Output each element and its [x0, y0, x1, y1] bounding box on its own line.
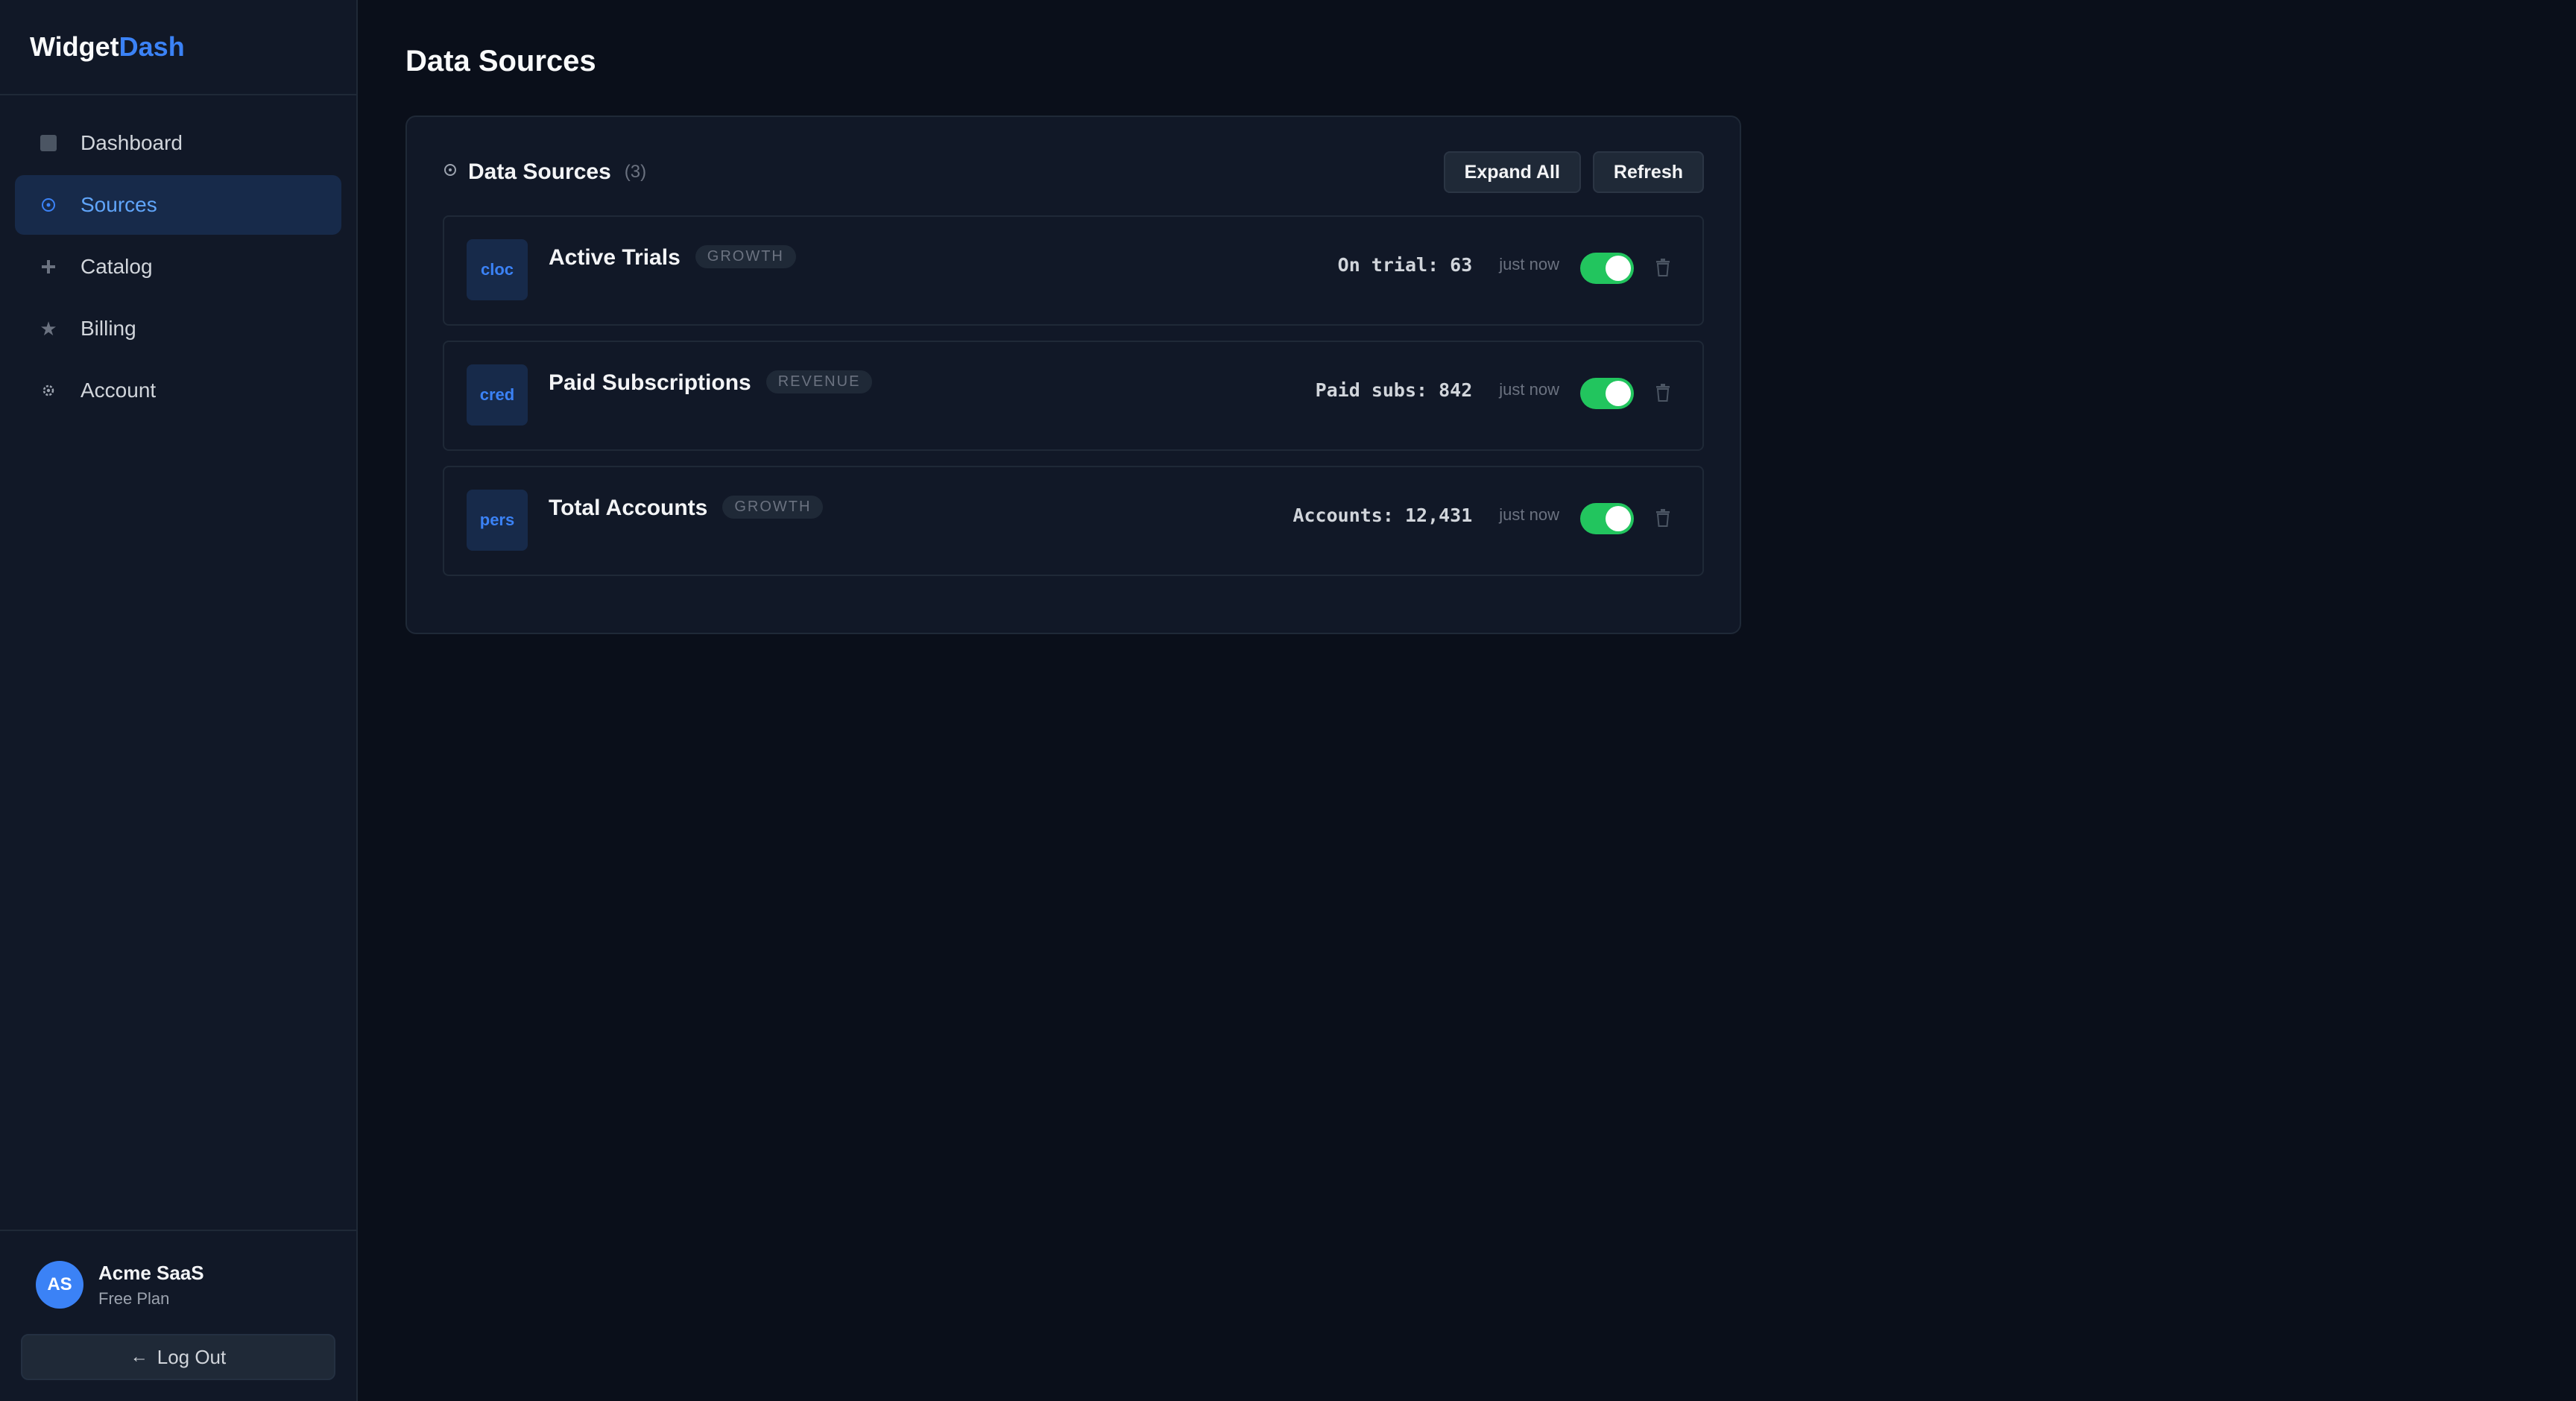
source-badge: cloc	[467, 239, 528, 300]
source-tag: REVENUE	[765, 370, 873, 393]
brand-part-1: Widget	[30, 31, 119, 62]
source-row[interactable]: pers Total Accounts GROWTH Accounts: 12,…	[443, 466, 1704, 576]
sidebar: WidgetDash Dashboard Sources Catalog ★	[0, 0, 358, 1401]
source-toggle[interactable]	[1580, 253, 1634, 284]
star-icon: ★	[40, 317, 57, 340]
source-updated: just now	[1499, 255, 1559, 273]
square-icon	[37, 135, 60, 151]
source-toggle[interactable]	[1580, 378, 1634, 409]
source-count: (3)	[624, 162, 647, 182]
sidebar-item-label: Catalog	[80, 255, 153, 278]
source-metric: Accounts: 12,431	[1292, 504, 1473, 526]
user-info: Acme SaaS Free Plan	[98, 1262, 204, 1309]
source-controls: Paid subs: 842 just now	[1316, 370, 1673, 409]
source-name: Active Trials	[549, 245, 681, 270]
panel-header: Data Sources (3) Expand All Refresh	[443, 151, 1704, 193]
sidebar-item-sources[interactable]: Sources	[15, 175, 341, 235]
trash-icon[interactable]	[1653, 256, 1673, 279]
trash-icon[interactable]	[1653, 506, 1673, 530]
target-icon	[37, 197, 60, 213]
brand-part-2: Dash	[119, 31, 185, 62]
source-row[interactable]: cred Paid Subscriptions REVENUE Paid sub…	[443, 341, 1704, 451]
sidebar-item-account[interactable]: Account	[15, 361, 341, 420]
source-badge: pers	[467, 490, 528, 551]
gear-icon	[37, 382, 60, 399]
target-icon	[443, 162, 458, 182]
source-name: Paid Subscriptions	[549, 370, 751, 395]
sidebar-footer: AS Acme SaaS Free Plan ← Log Out	[0, 1230, 356, 1401]
plus-icon	[37, 259, 60, 275]
source-row[interactable]: cloc Active Trials GROWTH On trial: 63 j…	[443, 215, 1704, 326]
data-sources-panel: Data Sources (3) Expand All Refresh cloc…	[405, 116, 1741, 634]
sidebar-item-label: Billing	[80, 317, 136, 340]
page-title: Data Sources	[405, 45, 596, 78]
source-tag: GROWTH	[695, 245, 796, 268]
logout-label: Log Out	[157, 1345, 227, 1368]
sidebar-item-label: Sources	[80, 193, 157, 216]
source-metric: On trial: 63	[1337, 253, 1473, 276]
source-controls: Accounts: 12,431 just now	[1292, 496, 1673, 534]
sidebar-item-dashboard[interactable]: Dashboard	[15, 113, 341, 173]
source-tag: GROWTH	[722, 496, 824, 519]
sidebar-item-label: Dashboard	[80, 131, 183, 154]
sidebar-item-catalog[interactable]: Catalog	[15, 237, 341, 297]
refresh-button[interactable]: Refresh	[1592, 151, 1704, 193]
source-info: cloc Active Trials GROWTH	[467, 239, 796, 300]
sidebar-nav: Dashboard Sources Catalog ★ Billing Acco…	[0, 95, 356, 1230]
arrow-left-icon: ←	[130, 1347, 148, 1367]
app-root: WidgetDash Dashboard Sources Catalog ★	[0, 0, 2576, 1401]
expand-all-button[interactable]: Expand All	[1443, 151, 1581, 193]
main-content: Data Sources Data Sources (3) Expand All…	[358, 0, 2576, 1401]
sidebar-item-label: Account	[80, 379, 157, 402]
user-card[interactable]: AS Acme SaaS Free Plan	[21, 1261, 335, 1309]
trash-icon[interactable]	[1653, 381, 1673, 405]
panel-actions: Expand All Refresh	[1443, 151, 1704, 193]
user-plan: Free Plan	[98, 1288, 170, 1308]
source-toggle[interactable]	[1580, 503, 1634, 534]
source-updated: just now	[1499, 380, 1559, 399]
avatar: AS	[36, 1261, 83, 1309]
user-name: Acme SaaS	[98, 1261, 204, 1284]
source-updated: just now	[1499, 505, 1559, 524]
panel-title: Data Sources	[468, 159, 611, 184]
source-info: pers Total Accounts GROWTH	[467, 490, 824, 551]
sidebar-item-billing[interactable]: ★ Billing	[15, 299, 341, 358]
brand-logo[interactable]: Widget Dash	[0, 0, 356, 95]
logout-button[interactable]: ← Log Out	[21, 1334, 335, 1380]
source-badge: cred	[467, 364, 528, 426]
source-name: Total Accounts	[549, 496, 708, 520]
source-controls: On trial: 63 just now	[1338, 245, 1673, 284]
source-info: cred Paid Subscriptions REVENUE	[467, 364, 873, 426]
source-metric: Paid subs: 842	[1315, 379, 1473, 401]
panel-title-group: Data Sources (3)	[443, 159, 646, 185]
